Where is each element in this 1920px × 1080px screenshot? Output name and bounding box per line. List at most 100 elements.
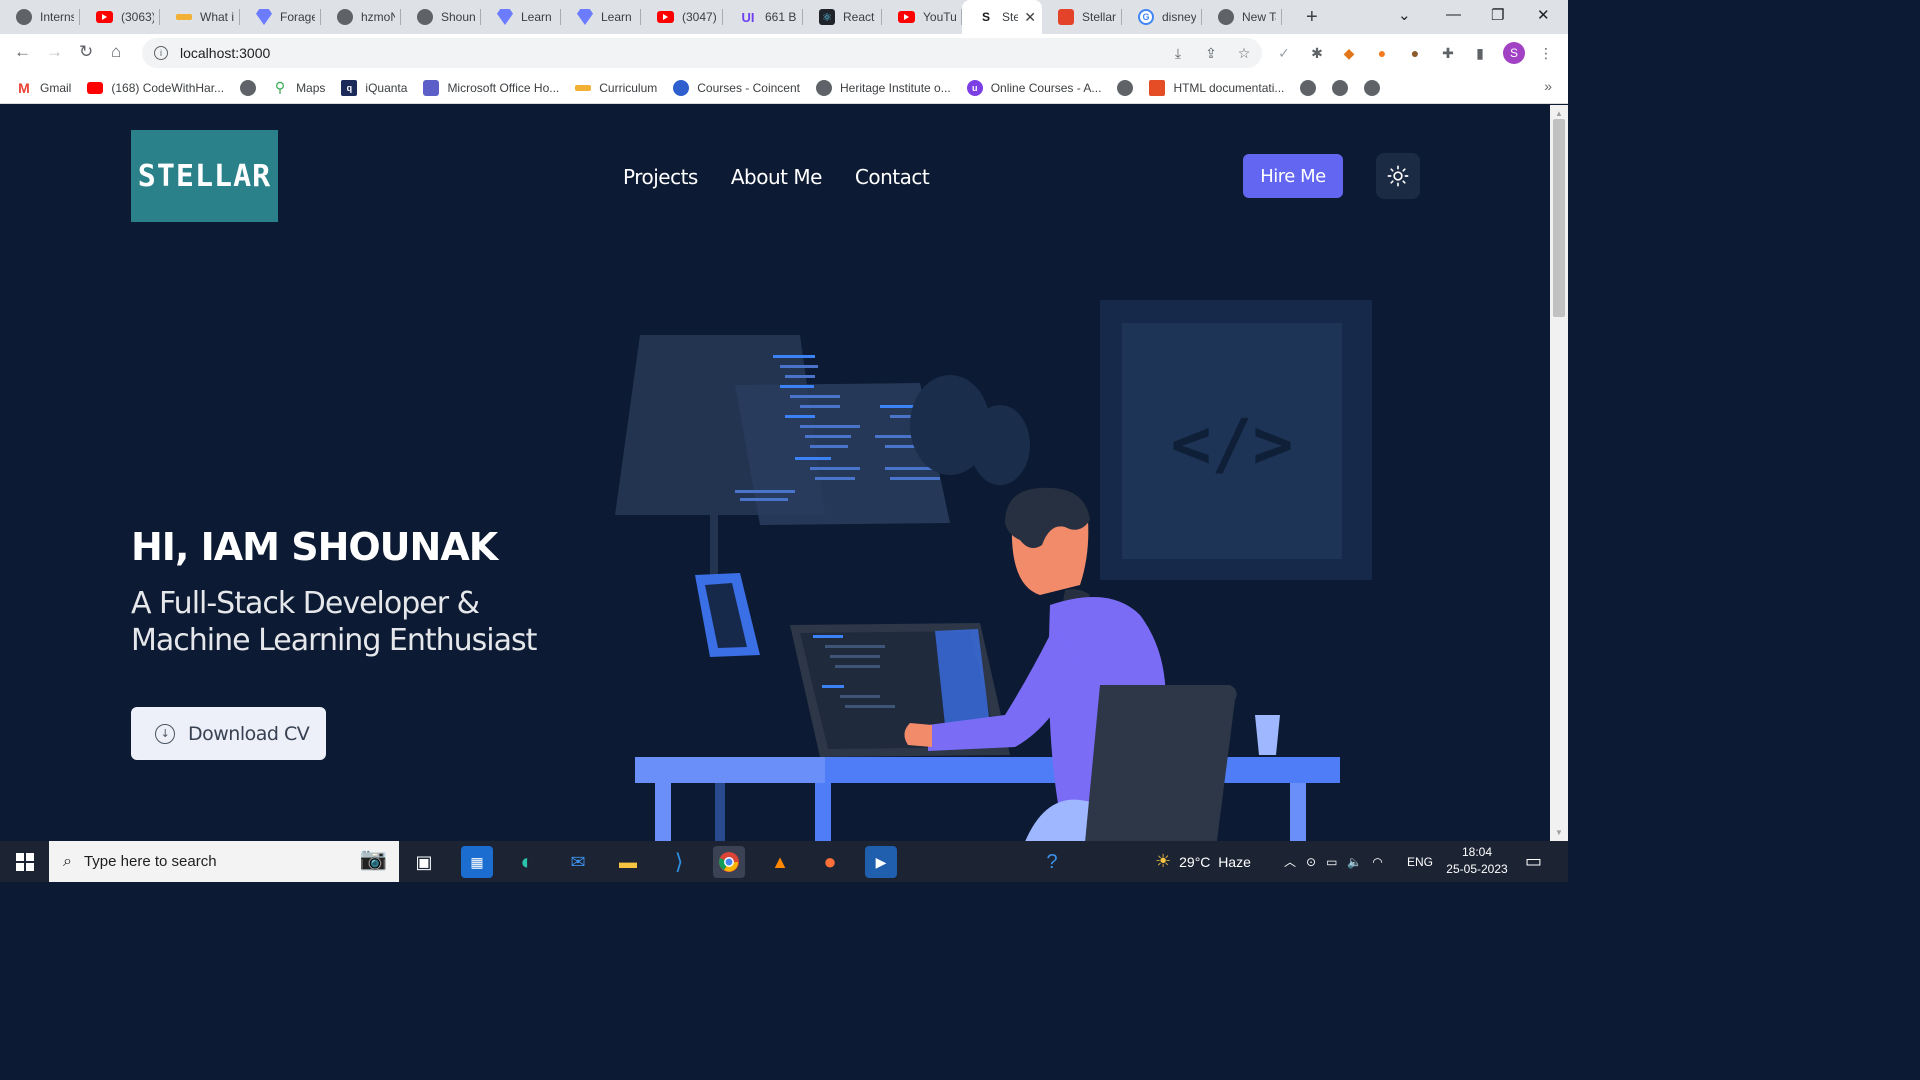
chrome-logo-icon xyxy=(719,852,739,872)
bookmark-item[interactable] xyxy=(1117,79,1134,96)
scroll-down-icon[interactable]: ▼ xyxy=(1555,828,1563,837)
firefox-icon[interactable]: ● xyxy=(814,846,846,878)
vscode-icon[interactable]: ⟩ xyxy=(663,846,695,878)
browser-tab[interactable]: UI 661 But xyxy=(723,0,803,34)
forward-icon[interactable]: → xyxy=(46,42,63,62)
profile-avatar[interactable]: S xyxy=(1503,42,1525,64)
restore-button[interactable]: ❐ xyxy=(1491,6,1504,24)
browser-tab[interactable]: Shouna xyxy=(401,0,481,34)
office-icon xyxy=(423,79,440,96)
chrome-taskbar-icon[interactable] xyxy=(713,846,745,878)
cookie-extension-icon[interactable]: ● xyxy=(1405,43,1425,63)
battery-icon[interactable]: ▭ xyxy=(1326,855,1337,869)
taskbar-search-box[interactable]: ⌕ Type here to search 📷 xyxy=(49,841,399,882)
browser-tab[interactable]: ⚛ React A xyxy=(803,0,882,34)
show-hidden-icons-icon[interactable]: ︿ xyxy=(1284,853,1296,870)
theme-toggle-button[interactable] xyxy=(1376,153,1420,199)
help-icon[interactable]: ? xyxy=(1036,846,1068,878)
close-window-button[interactable]: ✕ xyxy=(1537,6,1550,24)
notifications-icon[interactable]: ▭ xyxy=(1525,841,1542,882)
browser-tab[interactable]: Forage xyxy=(240,0,321,34)
start-button[interactable] xyxy=(0,841,49,882)
forage-icon xyxy=(256,9,272,25)
chrome-globe-icon xyxy=(16,9,32,25)
wifi-icon[interactable]: ◠ xyxy=(1372,855,1382,869)
task-view-icon[interactable]: ▣ xyxy=(408,846,440,878)
bookmark-item[interactable]: M Gmail xyxy=(16,80,71,96)
site-info-icon[interactable]: i xyxy=(154,46,168,60)
globe-icon xyxy=(1117,79,1134,96)
nav-link-contact[interactable]: Contact xyxy=(855,165,930,189)
home-icon[interactable]: ⌂ xyxy=(111,42,121,62)
bookmark-label: Heritage Institute o... xyxy=(839,80,951,95)
reload-icon[interactable]: ↻ xyxy=(79,42,93,62)
metamask-extension-icon[interactable]: ◆ xyxy=(1339,43,1359,63)
weather-widget[interactable]: ☀ 29°C Haze xyxy=(1155,841,1251,882)
browser-tab[interactable]: New Ta xyxy=(1202,0,1282,34)
bookmark-item[interactable]: HTML documentati... xyxy=(1149,79,1284,96)
scrollbar-thumb[interactable] xyxy=(1553,119,1565,317)
more-bookmarks-icon[interactable]: » xyxy=(1544,78,1552,94)
mail-app-icon[interactable]: ✉ xyxy=(562,846,594,878)
browser-tab[interactable]: YouTub xyxy=(882,0,962,34)
youtube-icon xyxy=(96,11,113,23)
bookmark-item[interactable]: Microsoft Office Ho... xyxy=(423,79,559,96)
share-icon[interactable]: ⇪ xyxy=(1201,43,1221,63)
tab-title: New Ta xyxy=(1242,10,1276,24)
orange-extension-icon[interactable]: ● xyxy=(1372,43,1392,63)
extensions-puzzle-icon[interactable]: ✚ xyxy=(1438,43,1458,63)
bookmark-item[interactable] xyxy=(1300,79,1317,96)
bookmark-item[interactable]: u Online Courses - A... xyxy=(966,79,1101,96)
system-clock[interactable]: 18:04 25-05-2023 xyxy=(1444,844,1510,878)
address-bar[interactable]: i localhost:3000 xyxy=(142,38,1262,68)
browser-tab[interactable]: Learn fr xyxy=(561,0,641,34)
close-tab-icon[interactable]: ✕ xyxy=(1024,9,1036,26)
bug-extension-icon[interactable]: ✱ xyxy=(1307,43,1327,63)
meet-now-icon[interactable]: ⊙ xyxy=(1306,855,1316,869)
browser-tab[interactable]: Interns xyxy=(0,0,80,34)
bookmark-item[interactable]: (168) CodeWithHar... xyxy=(87,81,224,95)
bookmark-item[interactable]: Heritage Institute o... xyxy=(815,79,951,96)
bookmark-item[interactable]: ⚲ Maps xyxy=(272,79,325,96)
vlc-icon[interactable]: ▲ xyxy=(764,846,796,878)
browser-tab[interactable]: What is xyxy=(160,0,240,34)
browser-tab[interactable]: Learn fr xyxy=(481,0,561,34)
media-player-icon[interactable]: ▶ xyxy=(865,846,897,878)
checkmark-extension-icon[interactable]: ✓ xyxy=(1274,43,1294,63)
nav-link-about-me[interactable]: About Me xyxy=(731,165,823,189)
bookmark-item[interactable] xyxy=(240,79,257,96)
browser-tab[interactable]: Stellar xyxy=(1042,0,1122,34)
volume-icon[interactable]: 🔈 xyxy=(1347,855,1362,869)
minimize-button[interactable]: — xyxy=(1446,6,1461,23)
file-explorer-icon[interactable]: ▬ xyxy=(612,846,644,878)
browser-tab[interactable]: S Stel ✕ xyxy=(962,0,1042,34)
store-app-icon[interactable]: ▦ xyxy=(461,846,493,878)
back-icon[interactable]: ← xyxy=(14,42,31,62)
coffee-cup xyxy=(1255,715,1280,755)
browser-tab[interactable]: (3047) xyxy=(641,0,723,34)
tab-search-icon[interactable]: ⌄ xyxy=(1398,6,1411,24)
tab-title: Shouna xyxy=(441,10,475,24)
site-logo[interactable]: STELLAR xyxy=(131,130,278,222)
chrome-menu-icon[interactable]: ⋮ xyxy=(1536,43,1556,63)
language-indicator[interactable]: ENG xyxy=(1407,841,1433,882)
nav-link-projects[interactable]: Projects xyxy=(623,165,698,189)
page-scrollbar[interactable]: ▲ ▼ xyxy=(1550,105,1568,841)
download-cv-button[interactable]: ↓ Download CV xyxy=(131,707,326,760)
bookmark-star-icon[interactable]: ☆ xyxy=(1234,43,1254,63)
edge-browser-icon[interactable]: ◐ xyxy=(511,846,543,878)
bookmark-item[interactable] xyxy=(1332,79,1349,96)
side-panel-icon[interactable]: ▮ xyxy=(1470,43,1490,63)
new-tab-button[interactable]: + xyxy=(1306,6,1318,29)
browser-tab[interactable]: (3063) xyxy=(80,0,160,34)
scroll-up-icon[interactable]: ▲ xyxy=(1555,109,1563,118)
bookmark-item[interactable] xyxy=(1364,79,1381,96)
browser-tab[interactable]: Gdisney xyxy=(1122,0,1202,34)
bookmark-item[interactable]: Curriculum xyxy=(575,81,657,95)
browser-tab[interactable]: hzmoN xyxy=(321,0,401,34)
bookmark-item[interactable]: q iQuanta xyxy=(341,79,407,96)
bookmark-item[interactable]: Courses - Coincent xyxy=(673,79,800,96)
youtube-icon xyxy=(657,11,674,23)
install-icon[interactable]: ⤓ xyxy=(1168,43,1188,63)
hire-me-button[interactable]: Hire Me xyxy=(1243,154,1343,198)
